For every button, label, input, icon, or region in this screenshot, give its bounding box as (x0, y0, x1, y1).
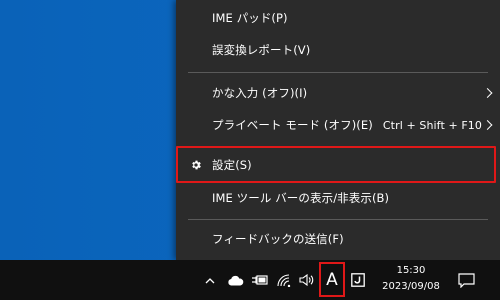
menu-item-shortcut: Ctrl + Shift + F10 (382, 118, 482, 132)
wifi-signal-icon (276, 273, 290, 287)
menu-item-label: 設定(S) (212, 158, 252, 172)
menu-item-ime-pad[interactable]: IME パッド(P) (176, 3, 500, 33)
menu-item-kana-input[interactable]: かな入力 (オフ)(I) (176, 78, 500, 108)
speaker-icon (298, 274, 313, 286)
menu-item-private-mode[interactable]: プライベート モード (オフ)(E) Ctrl + Shift + F10 (176, 110, 500, 140)
cloud-icon (227, 275, 243, 285)
menu-item-label: IME ツール バーの表示/非表示(B) (212, 191, 390, 205)
menu-separator (188, 72, 488, 73)
power-plug-icon[interactable] (251, 270, 269, 290)
clock-date: 2023/09/08 (382, 281, 440, 292)
tray-app-icon (351, 273, 365, 287)
menu-item-settings[interactable]: 設定(S) (176, 150, 500, 180)
menu-item-label: 誤変換レポート(V) (212, 43, 311, 57)
battery-charging-icon (252, 275, 268, 285)
wifi-icon[interactable] (275, 270, 293, 290)
ime-mode-indicator[interactable]: A (319, 262, 345, 297)
app-tray-icon[interactable] (349, 270, 367, 290)
volume-icon[interactable] (297, 270, 315, 290)
menu-item-send-feedback[interactable]: フィードバックの送信(F) (176, 224, 500, 254)
menu-item-label: フィードバックの送信(F) (212, 232, 344, 246)
onedrive-cloud-icon[interactable] (225, 270, 245, 290)
notification-center-button[interactable] (456, 270, 476, 290)
menu-item-label: プライベート モード (オフ)(E) (212, 118, 373, 132)
chevron-up-icon (205, 277, 215, 283)
menu-item-label: かな入力 (オフ)(I) (212, 86, 308, 100)
menu-item-label: IME パッド(P) (212, 11, 288, 25)
clock-time: 15:30 (396, 265, 426, 276)
menu-item-conversion-report[interactable]: 誤変換レポート(V) (176, 35, 500, 65)
menu-separator (188, 146, 488, 147)
notification-icon (457, 272, 475, 288)
menu-separator (188, 219, 488, 220)
show-hidden-icons-button[interactable] (203, 270, 217, 290)
menu-item-toolbar-toggle[interactable]: IME ツール バーの表示/非表示(B) (176, 183, 500, 213)
chevron-right-icon (482, 120, 493, 130)
gear-icon (192, 160, 201, 170)
chevron-right-icon (482, 88, 493, 98)
taskbar-clock[interactable]: 15:30 2023/09/08 (376, 263, 446, 295)
ime-context-menu: IME パッド(P) 誤変換レポート(V) かな入力 (オフ)(I) プライベー… (176, 0, 500, 260)
